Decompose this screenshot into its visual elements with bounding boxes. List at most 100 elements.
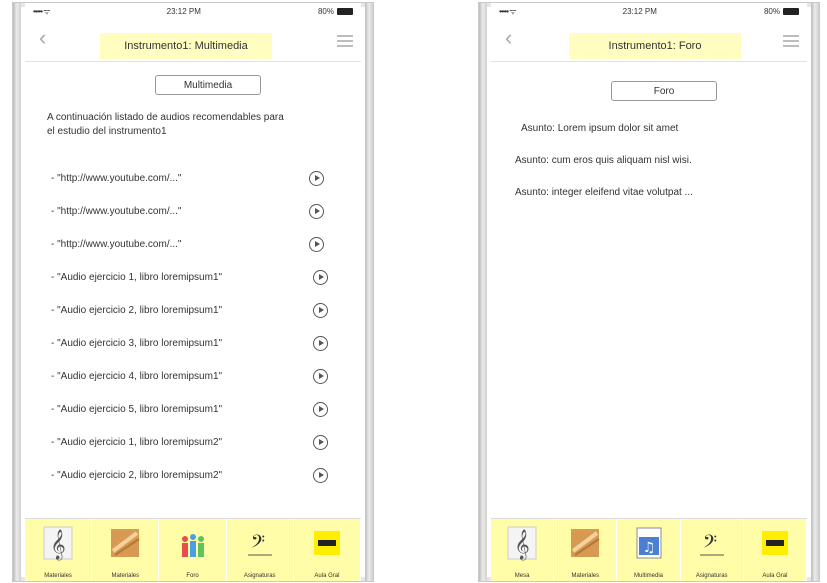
screen-foro: ••••• ᯤ 23:12 PM 80% ‹ Instrumento1: For… <box>491 3 807 581</box>
tab-asignaturas[interactable]: 𝄢 Asignaturas <box>681 519 744 581</box>
forum-subject[interactable]: Asunto: cum eros quis aliquam nisl wisi. <box>515 155 692 166</box>
phone-frame-edge <box>13 3 21 581</box>
tab-materiales[interactable]: Materiales <box>92 519 160 581</box>
phone-multimedia: ••••• ᯤ 23:12 PM 80% ‹ Instrumento1: Mul… <box>12 2 374 582</box>
list-item: - "Audio ejercicio 2, libro loremipsum2" <box>51 468 335 488</box>
tab-materiales[interactable]: 𝄞 Materiales <box>25 519 93 581</box>
tab-label: Asignaturas <box>243 573 276 579</box>
battery-label: 80% <box>763 6 780 16</box>
intro-text: A continuación listado de audios recomen… <box>47 112 284 137</box>
list-item: - "Audio ejercicio 3, libro loremipsum1" <box>51 336 335 356</box>
nav-bar: ‹ Instrumento1: Multimedia <box>25 19 361 62</box>
svg-text:𝄞: 𝄞 <box>50 529 65 561</box>
clef-icon: 𝄢 <box>696 525 728 561</box>
status-time: 23:12 PM <box>622 6 657 16</box>
tab-label: Foro <box>186 573 199 579</box>
signal-indicator: ••••• ᯤ <box>33 6 51 16</box>
battery-indicator: 80% <box>318 7 353 16</box>
tab-label: Materiales <box>571 573 600 579</box>
tab-bar: 𝄞 Mesa Materiales ♫ Multimedia 𝄢 Asignaturas Au… <box>491 518 807 581</box>
logo-icon <box>311 525 343 561</box>
page-title: Instrumento1: Foro <box>569 33 741 59</box>
list-item-text: - "http://www.youtube.com/..." <box>51 173 182 184</box>
play-icon[interactable] <box>313 336 328 351</box>
phone-frame-edge <box>479 3 487 581</box>
battery-icon <box>336 7 353 15</box>
list-item-text: - "Audio ejercicio 5, libro loremipsum1" <box>51 404 223 415</box>
play-icon[interactable] <box>313 369 328 384</box>
treble-clef-icon: 𝄞 <box>506 525 538 561</box>
status-time: 23:12 PM <box>166 6 201 16</box>
play-icon[interactable] <box>313 402 328 417</box>
battery-label: 80% <box>317 6 334 16</box>
sheet-music-icon <box>109 525 141 561</box>
tab-aula-gral[interactable]: Aula Gral <box>294 519 361 581</box>
tab-label: Materiales <box>44 573 72 579</box>
battery-icon <box>782 7 799 15</box>
clef-icon: 𝄢 <box>244 525 276 561</box>
list-item-text: - "Audio ejercicio 3, libro loremipsum1" <box>51 338 223 349</box>
hamburger-menu-icon[interactable] <box>337 35 353 50</box>
battery-indicator: 80% <box>764 7 799 16</box>
tab-label: Aula Gral <box>762 573 788 579</box>
play-icon[interactable] <box>313 468 328 483</box>
tab-label: Mesa <box>514 573 530 579</box>
tab-foro[interactable]: Foro <box>159 519 227 581</box>
list-item: - "http://www.youtube.com/..." <box>51 204 335 224</box>
list-item: - "Audio ejercicio 4, libro loremipsum1" <box>51 369 335 389</box>
tab-materiales[interactable]: Materiales <box>554 519 618 581</box>
tab-label: Materiales <box>111 573 140 579</box>
play-icon[interactable] <box>313 435 328 450</box>
list-item: - "Audio ejercicio 1, libro loremipsum1" <box>51 270 335 290</box>
people-icon <box>177 525 209 561</box>
phone-frame-edge <box>365 3 373 581</box>
forum-subject[interactable]: Asunto: integer eleifend vitae volutpat … <box>515 187 693 198</box>
list-item-text: - "Audio ejercicio 1, libro loremipsum2" <box>51 437 223 448</box>
list-item-text: - "Audio ejercicio 2, libro loremipsum2" <box>51 470 223 481</box>
svg-text:𝄢: 𝄢 <box>703 532 717 557</box>
signal-indicator: ••••• ᯤ <box>499 6 517 16</box>
play-icon[interactable] <box>313 270 328 285</box>
page-title: Instrumento1: Multimedia <box>100 33 272 59</box>
tab-multimedia[interactable]: ♫ Multimedia <box>617 519 681 581</box>
music-file-icon: ♫ <box>633 525 665 561</box>
phone-foro: ••••• ᯤ 23:12 PM 80% ‹ Instrumento1: For… <box>478 2 820 582</box>
sheet-music-icon <box>569 525 601 561</box>
list-item-text: - "Audio ejercicio 1, libro loremipsum1" <box>51 272 223 283</box>
play-icon[interactable] <box>313 303 328 318</box>
status-bar: ••••• ᯤ 23:12 PM 80% <box>491 3 807 19</box>
forum-subject[interactable]: Asunto: Lorem ipsum dolor sit amet <box>521 123 678 134</box>
list-item: - "Audio ejercicio 5, libro loremipsum1" <box>51 402 335 422</box>
svg-text:♫: ♫ <box>642 540 655 556</box>
play-icon[interactable] <box>309 204 324 219</box>
tab-bar: 𝄞 Materiales Materiales Foro 𝄢 Asignaturas Aul… <box>25 518 361 581</box>
phone-frame-edge <box>811 3 819 581</box>
svg-text:𝄢: 𝄢 <box>251 532 265 557</box>
back-chevron-icon[interactable]: ‹ <box>39 27 46 49</box>
section-button[interactable]: Multimedia <box>155 75 261 95</box>
list-item: - "Audio ejercicio 2, libro loremipsum1" <box>51 303 335 323</box>
play-icon[interactable] <box>309 237 324 252</box>
svg-text:𝄞: 𝄞 <box>514 529 529 561</box>
tab-asignaturas[interactable]: 𝄢 Asignaturas <box>227 519 294 581</box>
list-item-text: - "http://www.youtube.com/..." <box>51 206 182 217</box>
treble-clef-icon: 𝄞 <box>42 525 74 561</box>
nav-bar: ‹ Instrumento1: Foro <box>491 19 807 62</box>
list-item: - "http://www.youtube.com/..." <box>51 171 335 191</box>
tab-mesa[interactable]: 𝄞 Mesa <box>491 519 555 581</box>
logo-icon <box>759 525 791 561</box>
tab-aula-gral[interactable]: Aula Gral <box>744 519 807 581</box>
status-bar: ••••• ᯤ 23:12 PM 80% <box>25 3 361 19</box>
back-chevron-icon[interactable]: ‹ <box>505 27 512 49</box>
tab-label: Multimedia <box>634 573 664 579</box>
tab-label: Asignaturas <box>695 573 728 579</box>
play-icon[interactable] <box>309 171 324 186</box>
hamburger-menu-icon[interactable] <box>783 35 799 50</box>
section-button[interactable]: Foro <box>611 81 717 101</box>
list-item-text: - "http://www.youtube.com/..." <box>51 239 182 250</box>
tab-label: Aula Gral <box>314 573 340 579</box>
screen-multimedia: ••••• ᯤ 23:12 PM 80% ‹ Instrumento1: Mul… <box>25 3 361 581</box>
list-item-text: - "Audio ejercicio 2, libro loremipsum1" <box>51 305 223 316</box>
list-item-text: - "Audio ejercicio 4, libro loremipsum1" <box>51 371 223 382</box>
list-item: - "http://www.youtube.com/..." <box>51 237 335 257</box>
